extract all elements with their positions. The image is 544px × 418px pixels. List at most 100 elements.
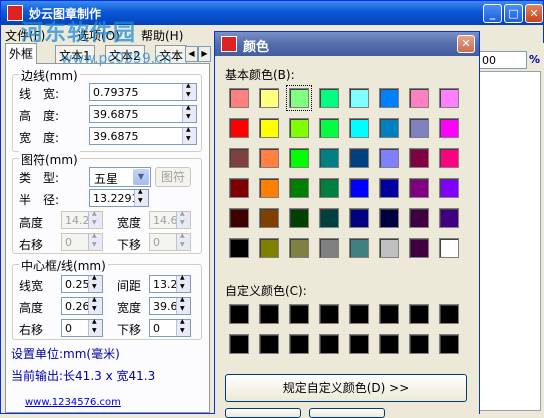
basic-color-swatch[interactable] [379,88,399,108]
symbol-button[interactable]: 图符 [155,167,191,187]
spinner-arrows-icon[interactable] [176,318,190,336]
basic-color-swatch[interactable] [319,238,339,258]
basic-color-swatch[interactable] [379,178,399,198]
basic-color-swatch[interactable] [319,118,339,138]
spinner-arrows-icon[interactable] [176,296,190,314]
symbol-height-spinner[interactable]: 14.2 [61,210,103,229]
symbol-right-spinner[interactable]: 0 [61,232,103,251]
basic-color-swatch[interactable] [439,208,459,228]
basic-color-swatch[interactable] [289,148,309,168]
basic-color-swatch[interactable] [229,148,249,168]
basic-color-swatch[interactable] [409,208,429,228]
center-linewidth-spinner[interactable]: 0.25 [61,274,103,293]
basic-color-swatch[interactable] [349,88,369,108]
radius-spinner[interactable]: 13.2291 [89,188,149,207]
basic-color-swatch[interactable] [409,118,429,138]
symbol-width-spinner[interactable]: 14.6 [149,210,191,229]
define-custom-colors-button[interactable]: 规定自定义颜色(D) >> [225,374,467,402]
custom-color-swatch[interactable] [229,334,249,354]
center-down-spinner[interactable]: 0 [149,318,191,337]
custom-color-swatch[interactable] [289,334,309,354]
chevron-down-icon[interactable]: ▼ [133,169,149,185]
maximize-button[interactable]: □ [504,4,523,23]
custom-color-swatch[interactable] [319,334,339,354]
symbol-down-spinner[interactable]: 0 [149,232,191,251]
basic-color-swatch[interactable] [259,148,279,168]
custom-color-swatch[interactable] [379,304,399,324]
width-spinner[interactable]: 39.6875 [89,126,197,145]
basic-color-swatch[interactable] [349,208,369,228]
basic-color-swatch[interactable] [409,238,429,258]
basic-color-swatch[interactable] [229,238,249,258]
dialog-close-button[interactable]: ✕ [457,35,475,53]
custom-color-swatch[interactable] [319,304,339,324]
basic-color-swatch[interactable] [439,118,459,138]
basic-color-swatch[interactable] [259,208,279,228]
basic-color-swatch[interactable] [379,208,399,228]
custom-color-swatch[interactable] [439,334,459,354]
custom-color-swatch[interactable] [229,304,249,324]
ok-button[interactable] [225,408,301,418]
basic-color-swatch[interactable] [289,208,309,228]
basic-color-swatch[interactable] [319,178,339,198]
spinner-arrows-icon[interactable] [176,210,190,228]
basic-color-swatch[interactable] [439,178,459,198]
center-spacing-spinner[interactable]: 13.2 [149,274,191,293]
basic-color-swatch[interactable] [286,85,312,111]
basic-color-swatch[interactable] [379,118,399,138]
custom-color-swatch[interactable] [409,304,429,324]
spinner-arrows-icon[interactable] [134,188,148,206]
line-width-spinner[interactable]: 0.79375 [89,82,197,101]
basic-color-swatch[interactable] [439,238,459,258]
color-dialog-titlebar[interactable]: 颜色 ✕ [215,32,479,56]
spinner-arrows-icon[interactable] [182,82,196,100]
symbol-type-select[interactable]: 五星 ▼ [89,167,151,187]
custom-color-swatch[interactable] [379,334,399,354]
spinner-arrows-icon[interactable] [176,274,190,292]
close-button[interactable]: ✕ [525,4,543,23]
basic-color-swatch[interactable] [319,88,339,108]
custom-color-swatch[interactable] [289,304,309,324]
basic-color-swatch[interactable] [319,208,339,228]
tab-scroll-right-icon[interactable]: ▶ [198,46,211,62]
basic-color-swatch[interactable] [349,148,369,168]
basic-color-swatch[interactable] [259,178,279,198]
spinner-arrows-icon[interactable] [88,296,102,314]
basic-color-swatch[interactable] [349,118,369,138]
basic-color-swatch[interactable] [289,238,309,258]
spinner-arrows-icon[interactable] [176,232,190,250]
spinner-arrows-icon[interactable] [182,104,196,122]
custom-color-swatch[interactable] [349,334,369,354]
custom-color-swatch[interactable] [259,334,279,354]
height-spinner[interactable]: 39.6875 [89,104,197,123]
basic-color-swatch[interactable] [319,148,339,168]
basic-color-swatch[interactable] [379,148,399,168]
tab-frame[interactable]: 外框 [5,43,38,64]
spinner-arrows-icon[interactable] [88,232,102,250]
basic-color-swatch[interactable] [409,178,429,198]
basic-color-swatch[interactable] [349,178,369,198]
basic-color-swatch[interactable] [349,238,369,258]
cancel-button[interactable] [309,408,385,418]
basic-color-swatch[interactable] [229,88,249,108]
tab-scroll-left-icon[interactable]: ◀ [185,46,198,62]
center-height-spinner[interactable]: 0.26 [61,296,103,315]
website-link[interactable]: www.1234576.com [25,397,121,408]
basic-color-swatch[interactable] [229,178,249,198]
zoom-field[interactable]: 00 [479,51,527,69]
spinner-arrows-icon[interactable] [182,126,196,144]
basic-color-swatch[interactable] [439,88,459,108]
basic-color-swatch[interactable] [229,208,249,228]
basic-color-swatch[interactable] [259,238,279,258]
basic-color-swatch[interactable] [409,88,429,108]
stamp-preview-canvas[interactable] [479,71,541,411]
basic-color-swatch[interactable] [379,238,399,258]
center-right-spinner[interactable]: 0 [61,318,103,337]
center-width-spinner[interactable]: 39.6 [149,296,191,315]
basic-color-swatch[interactable] [229,118,249,138]
spinner-arrows-icon[interactable] [88,210,102,228]
custom-color-swatch[interactable] [259,304,279,324]
menu-help[interactable]: 帮助(H) [141,27,183,44]
custom-color-swatch[interactable] [439,304,459,324]
minimize-button[interactable]: _ [483,4,502,23]
